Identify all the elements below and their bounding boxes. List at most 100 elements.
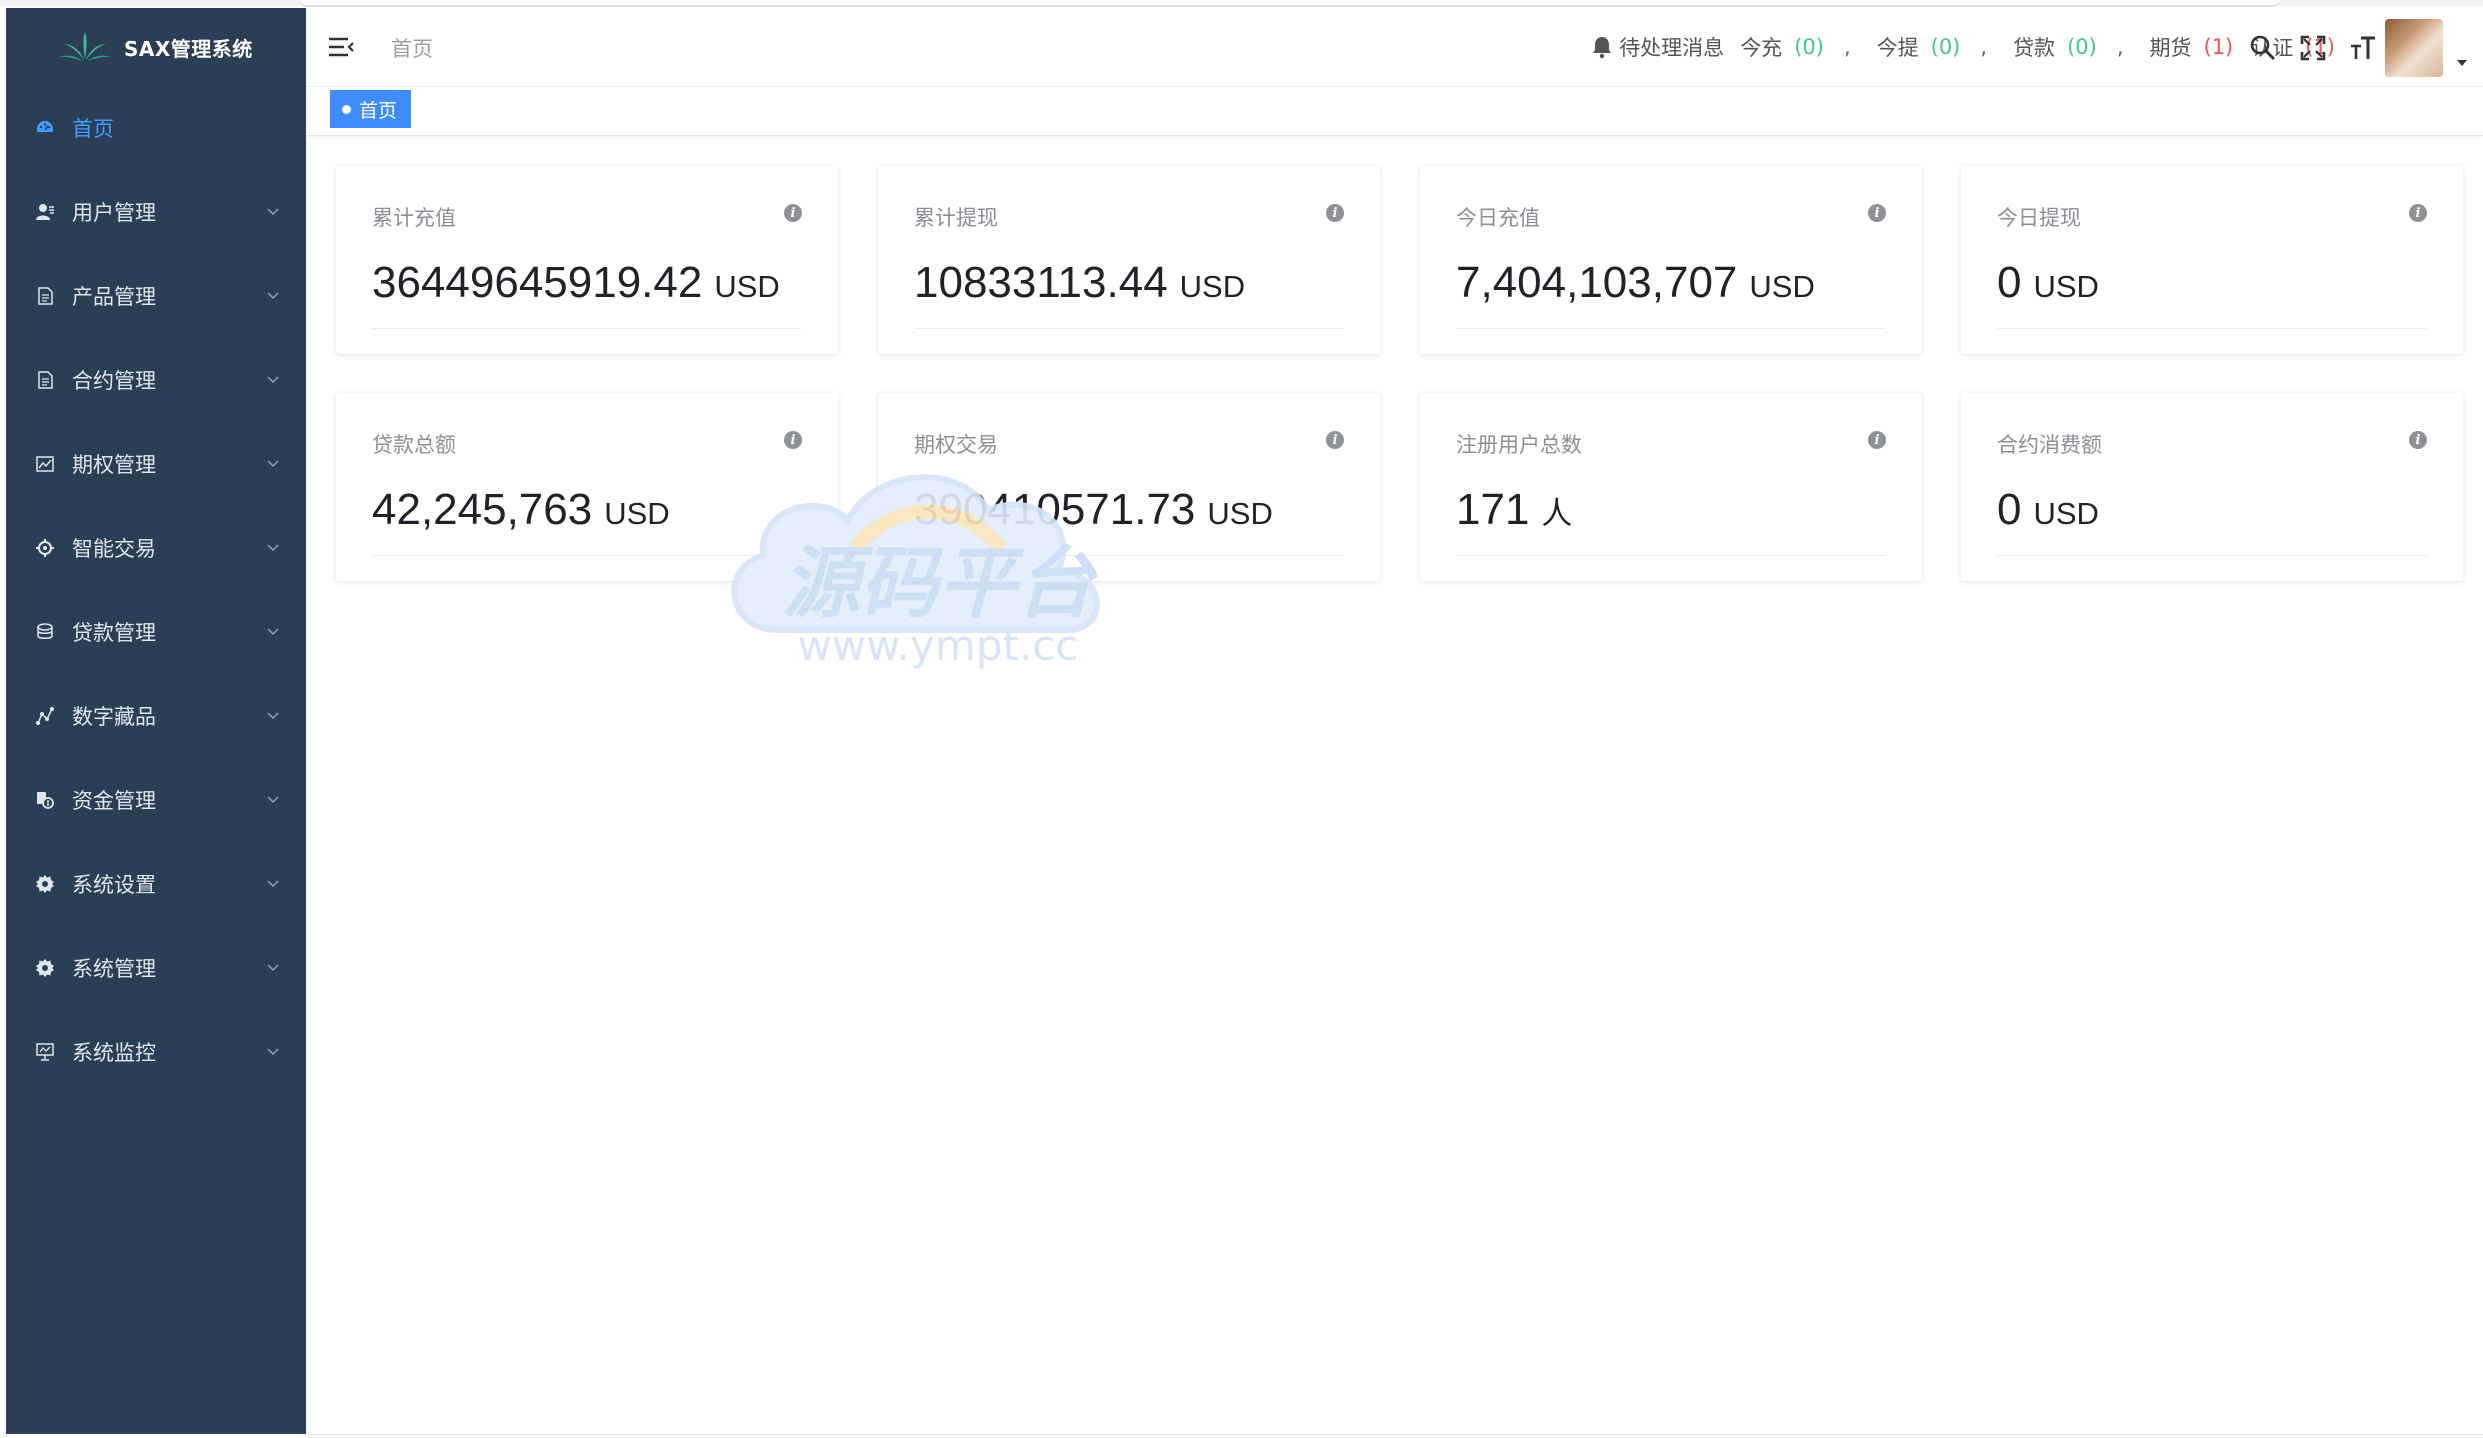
stat-value: 171 (1456, 485, 1530, 534)
stat-card: 今日提现 i 0 USD (1961, 166, 2463, 354)
notice-item-label[interactable]: 贷款 (2013, 32, 2055, 62)
notice-count[interactable]: (1) (2204, 35, 2234, 59)
stat-value-row: 42,245,763 USD (372, 485, 670, 535)
stat-value-row: 0 USD (1997, 258, 2099, 308)
coins-icon (34, 621, 56, 643)
notice-count[interactable]: (0) (1931, 35, 1961, 59)
chevron-down-icon (266, 792, 279, 804)
menu-toggle-icon[interactable] (326, 33, 356, 61)
info-icon[interactable]: i (1326, 431, 1344, 449)
sidebar-item-product-management[interactable]: 产品管理 (6, 254, 306, 338)
sidebar-item-label: 智能交易 (72, 537, 156, 561)
sidebar-item-system-monitoring[interactable]: 系统监控 (6, 1010, 306, 1094)
stat-card: 今日充值 i 7,404,103,707 USD (1420, 166, 1922, 354)
info-icon[interactable]: i (2409, 204, 2427, 222)
info-icon[interactable]: i (784, 204, 802, 222)
notice-count[interactable]: (0) (1794, 35, 1824, 59)
notice-item-label[interactable]: 期货 (2150, 32, 2192, 62)
chart-icon (34, 453, 56, 475)
info-icon[interactable]: i (1326, 204, 1344, 222)
chevron-down-icon (266, 960, 279, 972)
info-icon[interactable]: i (784, 431, 802, 449)
notice-separator: , (1843, 35, 1851, 59)
notice-item-label[interactable]: 今充 (1740, 32, 1782, 62)
fullscreen-icon[interactable] (2297, 32, 2329, 64)
sidebar-item-digital-collectibles[interactable]: 数字藏品 (6, 674, 306, 758)
watermark-text: 源码平台 (782, 539, 1099, 629)
sidebar-item-home[interactable]: 首页 (6, 86, 306, 170)
stat-title: 合约消费额 (1997, 433, 2102, 457)
sidebar-item-label: 系统管理 (72, 957, 156, 981)
chevron-down-icon (266, 1044, 279, 1056)
info-icon[interactable]: i (2409, 431, 2427, 449)
bell-icon (1593, 37, 1612, 59)
stat-card: 注册用户总数 i 171 人 (1420, 393, 1922, 581)
sidebar-item-fund-management[interactable]: 资金管理 (6, 758, 306, 842)
stat-value-row: 10833113.44 USD (914, 258, 1245, 308)
sidebar-item-user-management[interactable]: 用户管理 (6, 170, 306, 254)
active-dot-icon (342, 104, 351, 114)
sidebar-item-label: 数字藏品 (72, 705, 156, 729)
stat-unit: USD (1749, 269, 1815, 304)
brand[interactable]: SAX管理系统 (6, 8, 306, 86)
sidebar-item-contract-management[interactable]: 合约管理 (6, 338, 306, 422)
stat-title: 累计充值 (372, 206, 456, 230)
stat-value: 10833113.44 (914, 258, 1168, 307)
sidebar-item-label: 首页 (72, 117, 114, 141)
bottom-divider (306, 1434, 2483, 1435)
stat-unit: USD (1179, 269, 1246, 304)
sidebar-item-label: 贷款管理 (72, 621, 156, 645)
sidebar-item-system-settings[interactable]: 系统设置 (6, 842, 306, 926)
divider (1456, 328, 1886, 329)
search-icon[interactable] (2247, 32, 2279, 64)
stat-value-row: 36449645919.42 USD (372, 258, 780, 308)
top-header: 首页 待处理消息 今充 (0) , 今提 (0) , 贷款 (0) , 期货 (… (306, 8, 2483, 87)
sidebar-item-smart-trading[interactable]: 智能交易 (6, 506, 306, 590)
chevron-down-icon (266, 540, 279, 552)
stat-unit: USD (604, 496, 670, 531)
divider (914, 328, 1344, 329)
pending-notifications: 待处理消息 今充 (0) , 今提 (0) , 贷款 (0) , 期货 (1) … (1591, 32, 2335, 62)
cog-icon (34, 537, 56, 559)
watermark-url: www.ympt.cc (798, 621, 1079, 670)
stat-card: 累计充值 i 36449645919.42 USD (336, 166, 838, 354)
document-icon (34, 369, 56, 391)
browser-top-strip (0, 0, 2483, 7)
chevron-down-icon (266, 708, 279, 720)
watermark-logo: 源码平台 www.ympt.cc (731, 474, 1100, 670)
notice-item-label[interactable]: 今提 (1877, 32, 1919, 62)
money-icon (34, 789, 56, 811)
sidebar-item-options-management[interactable]: 期权管理 (6, 422, 306, 506)
divider (1456, 555, 1886, 556)
info-icon[interactable]: i (1868, 431, 1886, 449)
divider (1997, 328, 2427, 329)
stat-value-row: 0 USD (1997, 485, 2099, 535)
info-icon[interactable]: i (1868, 204, 1886, 222)
notice-separator: , (2116, 35, 2124, 59)
divider (372, 328, 802, 329)
breadcrumb[interactable]: 首页 (391, 33, 433, 63)
notice-count[interactable]: (0) (2067, 35, 2097, 59)
gear-icon (34, 957, 56, 979)
stat-title: 贷款总额 (372, 433, 456, 457)
stat-value: 0 (1997, 258, 2022, 307)
stat-unit: USD (2033, 496, 2099, 531)
notice-separator: , (1980, 35, 1988, 59)
sidebar-item-system-management[interactable]: 系统管理 (6, 926, 306, 1010)
stat-title: 今日提现 (1997, 206, 2081, 230)
stat-unit: USD (1207, 496, 1273, 531)
brand-logo-icon (59, 32, 111, 61)
avatar[interactable] (2385, 19, 2443, 77)
tags-view-bar: 首页 (306, 87, 2483, 136)
stat-value-row: 171 人 (1456, 485, 1572, 535)
tag-home[interactable]: 首页 (330, 90, 412, 128)
stat-card: 合约消费额 i 0 USD (1961, 393, 2463, 581)
font-size-icon[interactable] (2347, 32, 2379, 64)
stat-title: 今日充值 (1456, 206, 1540, 230)
brand-title: SAX管理系统 (124, 36, 253, 61)
stat-value: 0 (1997, 485, 2022, 534)
caret-down-icon[interactable] (2455, 58, 2469, 68)
sidebar-item-label: 系统监控 (72, 1041, 156, 1065)
dashboard-icon (34, 117, 56, 139)
sidebar-item-loan-management[interactable]: 贷款管理 (6, 590, 306, 674)
